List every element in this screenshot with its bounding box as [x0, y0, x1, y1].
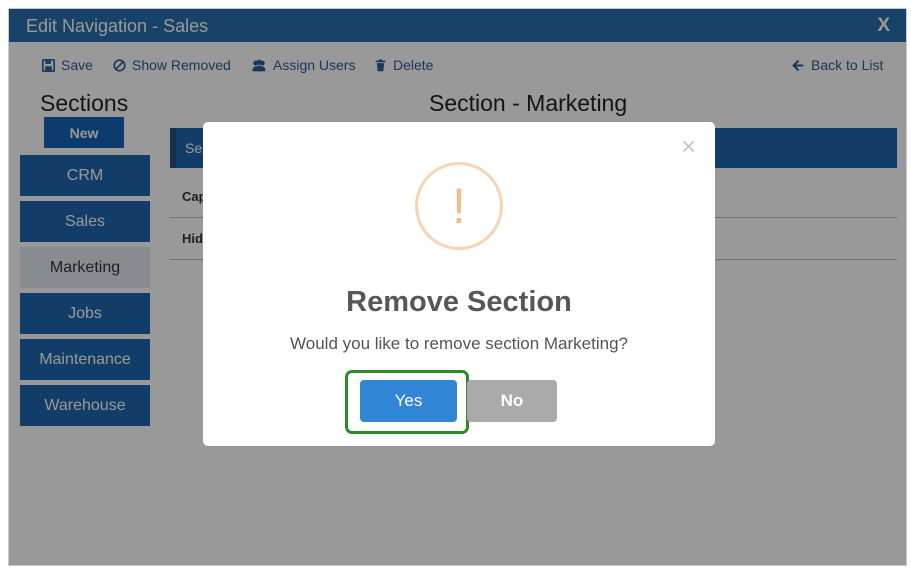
remove-section-dialog: × ! Remove Section Would you like to rem…: [203, 122, 715, 446]
no-button[interactable]: No: [467, 380, 557, 422]
edit-navigation-window: Edit Navigation - Sales X Save Show Remo…: [8, 8, 907, 566]
warning-glyph: !: [452, 178, 466, 234]
dialog-title: Remove Section: [346, 286, 572, 318]
dialog-close-icon[interactable]: ×: [681, 133, 696, 159]
yes-button[interactable]: Yes: [360, 380, 457, 422]
dialog-message: Would you like to remove section Marketi…: [290, 334, 628, 353]
warning-icon: !: [415, 162, 503, 250]
